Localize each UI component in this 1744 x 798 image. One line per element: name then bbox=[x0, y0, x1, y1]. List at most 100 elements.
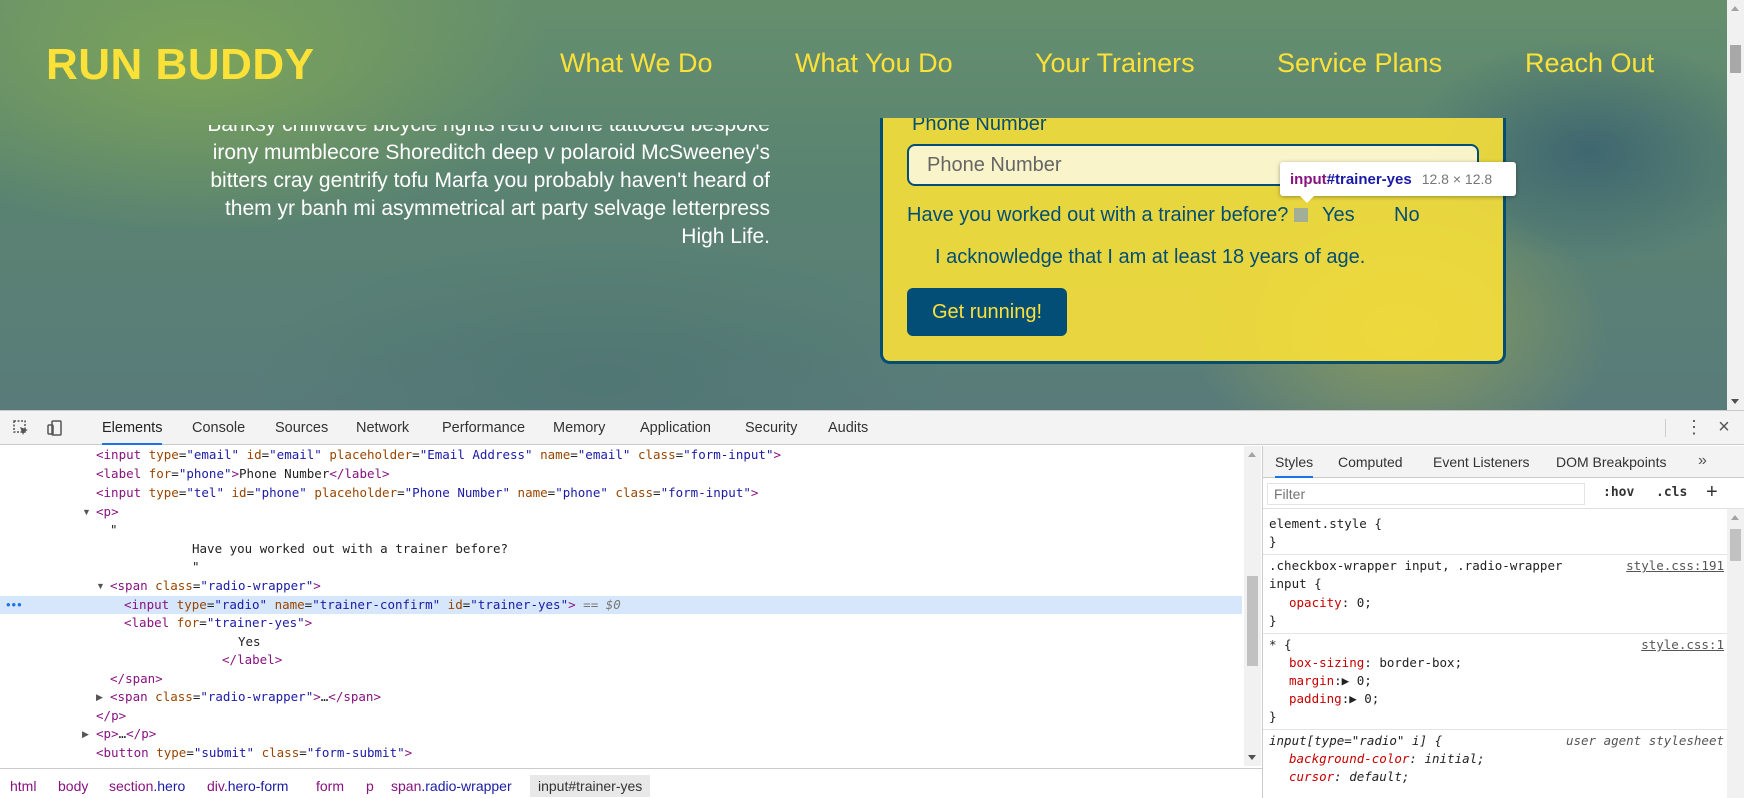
styles-filter-input[interactable] bbox=[1267, 483, 1585, 505]
prop-margin[interactable]: margin:▶ 0; bbox=[1289, 672, 1372, 690]
trainer-yes-label[interactable]: Yes bbox=[1322, 204, 1355, 227]
rule-universal-selector[interactable]: * { bbox=[1269, 636, 1292, 654]
scroll-up-arrow-icon[interactable] bbox=[1731, 6, 1739, 11]
device-toolbar-icon[interactable] bbox=[46, 419, 64, 437]
close-devtools-icon[interactable]: × bbox=[1715, 417, 1733, 437]
elements-scrollbar[interactable] bbox=[1244, 446, 1261, 766]
age-acknowledge-label[interactable]: I acknowledge that I am at least 18 year… bbox=[935, 246, 1365, 269]
rule-close-brace: } bbox=[1269, 534, 1277, 549]
nav-what-we-do[interactable]: What We Do bbox=[560, 48, 713, 79]
subtab-event-listeners[interactable]: Event Listeners bbox=[1433, 446, 1530, 478]
collapse-triangle-icon[interactable]: ▶ bbox=[96, 688, 103, 706]
rule-radio-wrapper-selector-cont[interactable]: input { bbox=[1269, 575, 1322, 593]
tab-application[interactable]: Application bbox=[640, 411, 711, 445]
prop-background-color[interactable]: background-color: initial; bbox=[1289, 750, 1485, 768]
tab-sources[interactable]: Sources bbox=[275, 411, 328, 445]
tab-performance[interactable]: Performance bbox=[442, 411, 525, 445]
dom-line-email-input[interactable]: <input type="email" id="email" placehold… bbox=[96, 446, 781, 464]
nav-service-plans[interactable]: Service Plans bbox=[1277, 48, 1442, 79]
get-running-button[interactable]: Get running! bbox=[907, 288, 1067, 336]
tab-network[interactable]: Network bbox=[356, 411, 409, 445]
dom-line-quote-close[interactable]: " bbox=[192, 558, 200, 576]
breadcrumb-div-hero-form[interactable]: div.hero-form bbox=[207, 775, 288, 797]
more-options-icon[interactable]: ⋮ bbox=[1685, 418, 1703, 437]
subtab-dom-breakpoints[interactable]: DOM Breakpoints bbox=[1556, 446, 1666, 478]
tooltip-size: 12.8 × 12.8 bbox=[1421, 171, 1493, 187]
dom-line-question-text[interactable]: Have you worked out with a trainer befor… bbox=[192, 540, 508, 558]
dom-line-p-collapsed[interactable]: <p>…</p> bbox=[96, 725, 156, 743]
subtab-computed[interactable]: Computed bbox=[1338, 446, 1403, 478]
more-tabs-chevron-icon[interactable]: » bbox=[1698, 446, 1707, 476]
scroll-down-arrow-icon[interactable] bbox=[1248, 755, 1256, 760]
collapse-triangle-icon[interactable]: ▶ bbox=[82, 725, 89, 743]
cls-toggle[interactable]: .cls bbox=[1656, 485, 1687, 500]
inspect-element-icon[interactable] bbox=[12, 419, 30, 437]
dom-line-trainer-yes-label[interactable]: <label for="trainer-yes"> bbox=[124, 614, 312, 632]
user-agent-stylesheet-label: user agent stylesheet bbox=[1565, 733, 1724, 748]
rule-close-brace: } bbox=[1269, 709, 1277, 724]
page-scrollbar[interactable] bbox=[1727, 0, 1744, 410]
main-nav: What We Do What You Do Your Trainers Ser… bbox=[0, 48, 1727, 88]
dom-line-phone-label[interactable]: <label for="phone">Phone Number</label> bbox=[96, 465, 390, 483]
dom-line-span-radio-wrapper[interactable]: <span class="radio-wrapper"> bbox=[110, 577, 321, 595]
hero-paragraph-box: sed pariatur proident slow-carb meggings… bbox=[200, 125, 770, 295]
tab-elements[interactable]: Elements bbox=[102, 411, 163, 445]
dom-line-trainer-yes-input[interactable]: <input type="radio" name="trainer-confir… bbox=[124, 596, 621, 614]
source-link-style-1[interactable]: style.css:1 bbox=[1641, 636, 1724, 654]
scrollbar-thumb[interactable] bbox=[1730, 529, 1741, 561]
expand-triangle-icon[interactable]: ▼ bbox=[96, 577, 105, 595]
tooltip-tag: input bbox=[1290, 171, 1327, 188]
dom-line-span-close[interactable]: </span> bbox=[110, 670, 163, 688]
styles-scrollbar[interactable] bbox=[1727, 509, 1744, 798]
prop-box-sizing[interactable]: box-sizing: border-box; bbox=[1289, 654, 1462, 672]
rule-element-style-selector[interactable]: element.style { bbox=[1269, 515, 1382, 533]
trainer-yes-radio-highlight[interactable] bbox=[1294, 208, 1308, 222]
scroll-up-arrow-icon[interactable] bbox=[1248, 452, 1256, 457]
tab-security[interactable]: Security bbox=[745, 411, 797, 445]
tab-audits[interactable]: Audits bbox=[828, 411, 868, 445]
breadcrumb-section-hero[interactable]: section.hero bbox=[109, 775, 185, 797]
node-actions-icon[interactable]: ••• bbox=[6, 597, 23, 613]
nav-reach-out[interactable]: Reach Out bbox=[1525, 48, 1654, 79]
dom-line-quote-open[interactable]: " bbox=[110, 521, 118, 539]
breadcrumb-p[interactable]: p bbox=[366, 775, 374, 797]
scroll-down-arrow-icon[interactable] bbox=[1731, 399, 1739, 404]
tab-memory[interactable]: Memory bbox=[553, 411, 605, 445]
dom-line-p-open[interactable]: <p> bbox=[96, 503, 119, 521]
nav-your-trainers[interactable]: Your Trainers bbox=[1035, 48, 1195, 79]
dom-line-label-close[interactable]: </label> bbox=[222, 651, 282, 669]
devtools-toolbar: Elements Console Sources Network Perform… bbox=[0, 411, 1744, 445]
nav-what-you-do[interactable]: What You Do bbox=[795, 48, 953, 79]
scrollbar-thumb[interactable] bbox=[1730, 45, 1741, 73]
dom-line-yes-text[interactable]: Yes bbox=[238, 633, 261, 651]
subtab-styles[interactable]: Styles bbox=[1275, 446, 1314, 478]
source-link-style-191[interactable]: style.css:191 bbox=[1626, 557, 1724, 575]
tooltip-id: #trainer-yes bbox=[1326, 171, 1412, 188]
rule-radio-ua-selector[interactable]: input[type="radio" i] { bbox=[1269, 732, 1442, 750]
rule-separator bbox=[1263, 729, 1727, 730]
new-style-rule-icon[interactable]: + bbox=[1706, 481, 1718, 503]
breadcrumb-span-radio-wrapper[interactable]: span.radio-wrapper bbox=[391, 775, 512, 797]
elements-tree: <input type="email" id="email" placehold… bbox=[0, 446, 1262, 766]
tab-console[interactable]: Console bbox=[192, 411, 245, 445]
hov-toggle[interactable]: :hov bbox=[1603, 485, 1634, 500]
trainer-no-label[interactable]: No bbox=[1394, 204, 1420, 227]
prop-cursor[interactable]: cursor: default; bbox=[1289, 768, 1409, 786]
breadcrumb-input-trainer-yes[interactable]: input#trainer-yes bbox=[530, 775, 651, 797]
scroll-up-arrow-icon[interactable] bbox=[1731, 515, 1739, 520]
scrollbar-thumb[interactable] bbox=[1247, 576, 1258, 666]
page-viewport: RUN BUDDY What We Do What You Do Your Tr… bbox=[0, 0, 1744, 410]
dom-breadcrumbs: html body section.hero div.hero-form for… bbox=[0, 768, 1262, 798]
breadcrumb-html[interactable]: html bbox=[10, 775, 36, 797]
prop-padding[interactable]: padding:▶ 0; bbox=[1289, 690, 1379, 708]
rule-separator bbox=[1263, 554, 1727, 555]
rule-radio-wrapper-selector[interactable]: .checkbox-wrapper input, .radio-wrapper bbox=[1269, 557, 1563, 575]
expand-triangle-icon[interactable]: ▼ bbox=[82, 503, 91, 521]
dom-line-phone-input[interactable]: <input type="tel" id="phone" placeholder… bbox=[96, 484, 758, 502]
dom-line-button-submit[interactable]: <button type="submit" class="form-submit… bbox=[96, 744, 412, 762]
breadcrumb-body[interactable]: body bbox=[58, 775, 88, 797]
breadcrumb-form[interactable]: form bbox=[316, 775, 344, 797]
prop-opacity[interactable]: opacity: 0; bbox=[1289, 594, 1372, 612]
dom-line-p-close[interactable]: </p> bbox=[96, 707, 126, 725]
dom-line-span-radio-wrapper-collapsed[interactable]: <span class="radio-wrapper">…</span> bbox=[110, 688, 381, 706]
